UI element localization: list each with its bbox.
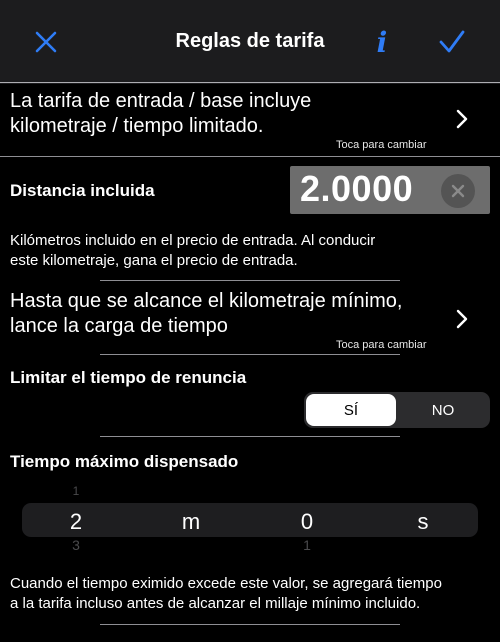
divider bbox=[100, 624, 400, 625]
time-rule-line1: Hasta que se alcance el kilometraje míni… bbox=[10, 290, 403, 312]
tap-to-change-hint: Toca para cambiar bbox=[336, 339, 427, 351]
time-rule-line2: lance la carga de tiempo bbox=[10, 315, 228, 337]
tap-to-change-hint: Toca para cambiar bbox=[336, 139, 427, 151]
max-time-label: Tiempo máximo dispensado bbox=[10, 452, 239, 471]
base-rule-line1: La tarifa de entrada / base incluye bbox=[10, 90, 312, 112]
done-button[interactable] bbox=[428, 18, 476, 66]
picker-seconds-below: 1 bbox=[303, 537, 311, 553]
option-no[interactable]: NO bbox=[398, 394, 488, 426]
time-picker[interactable]: 1 2 3 m 0 1 s bbox=[0, 480, 500, 560]
base-rule-line2: kilometraje / tiempo limitado. bbox=[10, 115, 264, 137]
waiver-limit-label: Limitar el tiempo de renuncia bbox=[10, 368, 247, 387]
distance-label: Distancia incluida bbox=[10, 181, 155, 200]
waiver-segmented-control: SÍ NO bbox=[304, 392, 490, 428]
distance-description-line2: este kilometraje, gana el precio de entr… bbox=[10, 252, 298, 269]
picker-seconds-unit: s bbox=[417, 509, 429, 534]
info-button[interactable]: i bbox=[358, 18, 406, 66]
time-rule-row[interactable]: Hasta que se alcance el kilometraje míni… bbox=[0, 282, 500, 354]
picker-seconds-value: 0 bbox=[300, 509, 314, 534]
clear-icon bbox=[451, 184, 465, 198]
max-time-description-line2: a la tarifa incluso antes de alcanzar el… bbox=[10, 595, 421, 612]
distance-description-line1: Kilómetros incluido en el precio de entr… bbox=[10, 232, 376, 249]
page-title: Reglas de tarifa bbox=[175, 30, 325, 52]
option-yes[interactable]: SÍ bbox=[306, 394, 396, 426]
checkmark-icon bbox=[439, 30, 465, 53]
divider bbox=[100, 354, 400, 355]
divider bbox=[0, 82, 500, 83]
divider bbox=[0, 156, 500, 157]
chevron-right-icon bbox=[456, 109, 468, 129]
divider bbox=[100, 436, 400, 437]
distance-value[interactable]: 2.0000 bbox=[300, 168, 436, 210]
base-rule-row[interactable]: La tarifa de entrada / base incluye kilo… bbox=[0, 84, 500, 154]
info-icon: i bbox=[376, 25, 388, 59]
picker-minutes-below: 3 bbox=[72, 537, 80, 553]
chevron-right-icon bbox=[456, 309, 468, 329]
divider bbox=[100, 280, 400, 281]
picker-minutes-above: 1 bbox=[72, 484, 80, 498]
max-time-description-line1: Cuando el tiempo eximido excede este val… bbox=[10, 575, 442, 592]
picker-minutes-value: 2 bbox=[69, 509, 83, 534]
picker-minutes-unit: m bbox=[181, 509, 201, 534]
clear-button[interactable] bbox=[441, 174, 475, 208]
